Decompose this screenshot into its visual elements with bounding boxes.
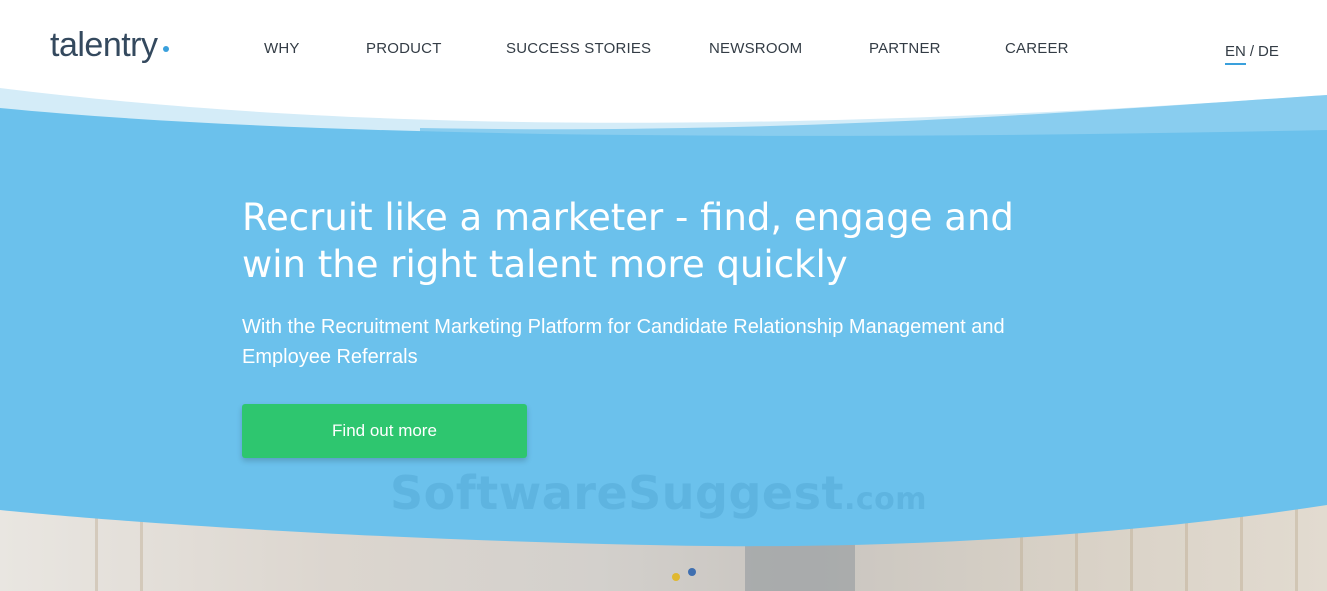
lang-separator: / — [1249, 43, 1255, 60]
hero-title-line-1: Recruit like a marketer - find, engage a… — [242, 196, 1014, 239]
watermark-suffix: .com — [843, 482, 928, 517]
hero-subtitle: With the Recruitment Marketing Platform … — [242, 312, 1122, 372]
nav-item-why[interactable]: WHY — [264, 40, 300, 57]
lang-en-link[interactable]: EN — [1225, 43, 1246, 65]
language-switcher: EN / DE — [1225, 43, 1279, 65]
nav-item-success-stories[interactable]: SUCCESS STORIES — [506, 40, 651, 57]
nav-item-product[interactable]: PRODUCT — [366, 40, 442, 57]
hero-subtitle-line-1: With the Recruitment Marketing Platform … — [242, 316, 1005, 338]
hero-title-line-2: win the right talent more quickly — [242, 243, 848, 286]
watermark-main: SoftwareSuggest — [390, 466, 844, 520]
nav-item-career[interactable]: CAREER — [1005, 40, 1069, 57]
lang-de-link[interactable]: DE — [1258, 43, 1279, 60]
nav-item-partner[interactable]: PARTNER — [869, 40, 941, 57]
hero-subtitle-line-2: Employee Referrals — [242, 346, 418, 368]
hero-title: Recruit like a marketer - find, engage a… — [242, 194, 1102, 288]
softwaresuggest-watermark: SoftwareSuggest.com — [390, 466, 927, 520]
find-out-more-button[interactable]: Find out more — [242, 404, 527, 458]
site-header: talentry WHY PRODUCT SUCCESS STORIES NEW… — [0, 0, 1327, 100]
main-nav: WHY PRODUCT SUCCESS STORIES NEWSROOM PAR… — [0, 40, 1327, 60]
nav-item-newsroom[interactable]: NEWSROOM — [709, 40, 802, 57]
